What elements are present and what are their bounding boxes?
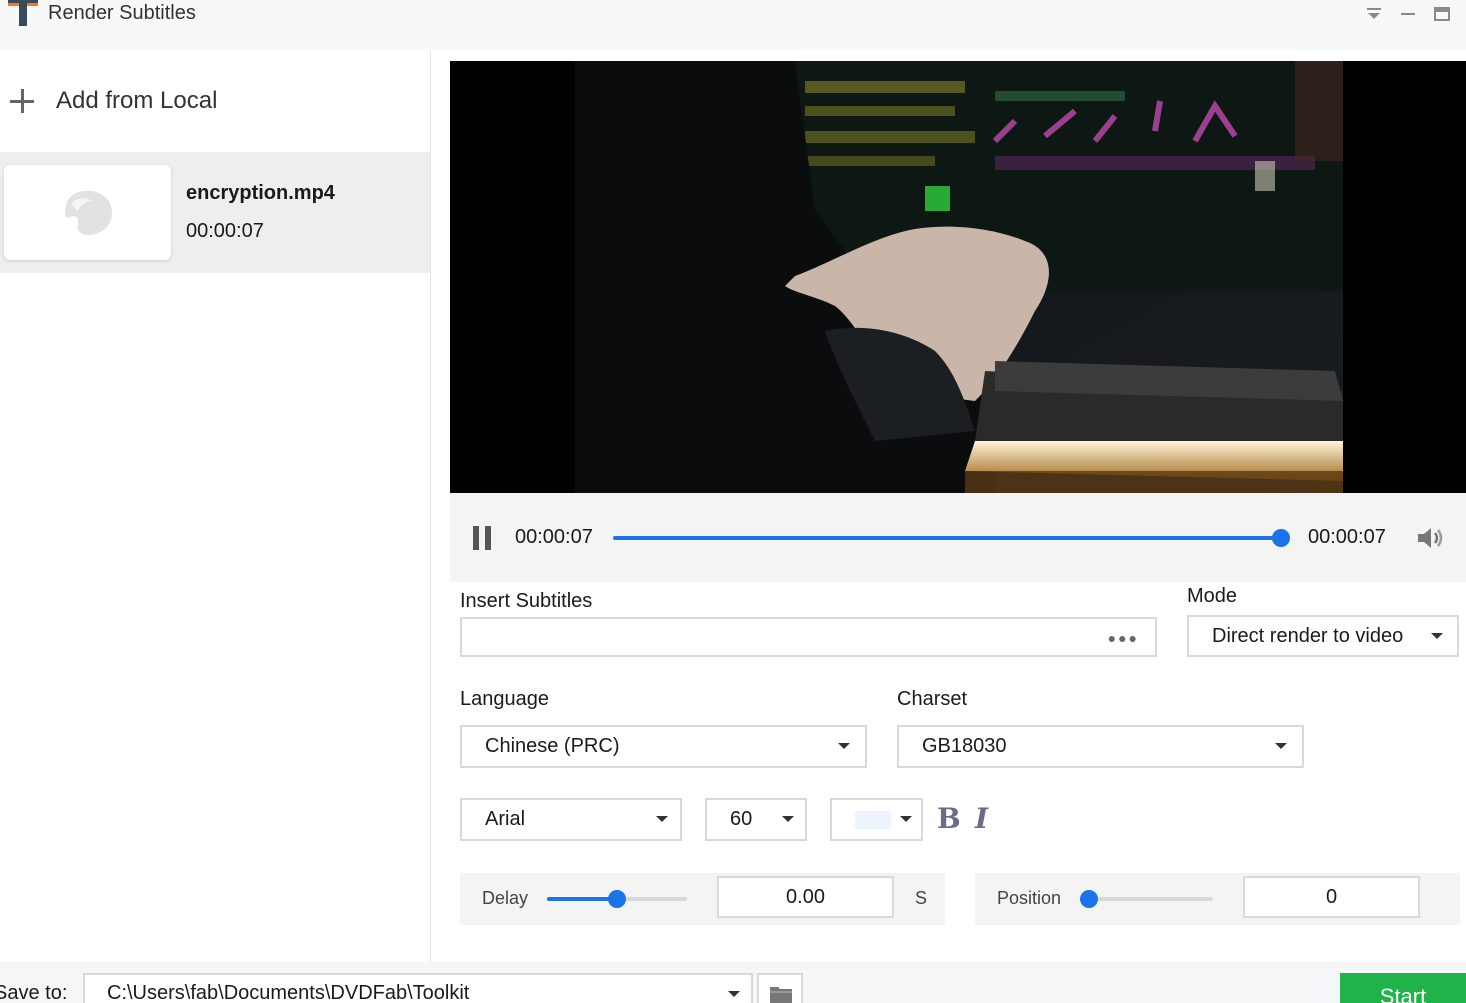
editor-panel: 00:00:07 00:00:07 Insert Subtitles ●●● M…: [432, 50, 1466, 962]
mode-label: Mode: [1187, 585, 1238, 607]
chevron-down-icon: [1275, 743, 1287, 749]
position-input[interactable]: 0: [1243, 876, 1420, 918]
mode-dropdown[interactable]: Direct render to video: [1187, 615, 1459, 657]
delay-panel: Delay 0.00 S: [460, 873, 945, 925]
minimize-icon[interactable]: [1398, 4, 1418, 24]
file-name: encryption.mp4: [186, 182, 335, 204]
position-panel: Position 0: [975, 873, 1460, 925]
position-label: Position: [997, 888, 1062, 908]
delay-input[interactable]: 0.00: [717, 876, 894, 918]
video-preview[interactable]: [450, 61, 1466, 493]
video-thumbnail: [4, 165, 171, 260]
folder-icon[interactable]: [757, 973, 803, 1003]
save-to-label: Save to:: [0, 982, 68, 1003]
file-list-item[interactable]: encryption.mp4 00:00:07: [0, 152, 430, 273]
chevron-down-icon: [900, 816, 912, 822]
language-dropdown[interactable]: Chinese (PRC): [460, 725, 867, 768]
font-dropdown[interactable]: Arial: [460, 798, 682, 841]
delay-label: Delay: [482, 888, 529, 908]
chevron-down-icon: [728, 991, 740, 997]
plus-icon: [8, 87, 36, 115]
delay-slider-handle[interactable]: [608, 890, 626, 908]
position-slider[interactable]: [1089, 897, 1213, 901]
total-time: 00:00:07: [1308, 526, 1386, 548]
video-placeholder-icon: [64, 190, 112, 235]
menu-icon[interactable]: [1364, 4, 1384, 24]
title-bar: Render Subtitles: [0, 0, 1466, 50]
font-color-dropdown[interactable]: [830, 798, 923, 841]
charset-label: Charset: [897, 688, 968, 710]
video-frame: [575, 61, 1343, 493]
player-controls: 00:00:07 00:00:07: [450, 493, 1466, 582]
start-button[interactable]: Start: [1340, 973, 1466, 1003]
app-logo-icon: [8, 0, 38, 26]
browse-ellipsis-icon[interactable]: ●●●: [1108, 630, 1139, 646]
font-size-dropdown[interactable]: 60: [705, 798, 807, 841]
current-time: 00:00:07: [515, 526, 593, 548]
seek-handle[interactable]: [1272, 529, 1290, 547]
subtitle-file-input[interactable]: ●●●: [460, 617, 1157, 657]
window-title: Render Subtitles: [48, 2, 196, 24]
color-swatch: [855, 811, 891, 829]
add-from-local-label: Add from Local: [56, 87, 218, 114]
chevron-down-icon: [838, 743, 850, 749]
speaker-icon[interactable]: [1416, 525, 1446, 551]
add-from-local-button[interactable]: Add from Local: [8, 84, 217, 118]
charset-dropdown[interactable]: GB18030: [897, 725, 1304, 768]
maximize-icon[interactable]: [1432, 4, 1452, 24]
pause-icon[interactable]: [473, 526, 493, 550]
bold-button[interactable]: B: [937, 802, 961, 835]
chevron-down-icon: [656, 816, 668, 822]
file-duration: 00:00:07: [186, 220, 264, 242]
position-slider-handle[interactable]: [1080, 890, 1098, 908]
chevron-down-icon: [1431, 633, 1443, 639]
chevron-down-icon: [782, 816, 794, 822]
delay-unit: S: [915, 888, 928, 908]
seek-bar[interactable]: [613, 536, 1283, 540]
language-label: Language: [460, 688, 549, 710]
italic-button[interactable]: I: [975, 802, 988, 835]
insert-subtitles-label: Insert Subtitles: [460, 590, 593, 612]
bottom-bar: Save to: C:\Users\fab\Documents\DVDFab\T…: [0, 962, 1466, 1003]
file-list-panel: Add from Local encryption.mp4 00:00:07: [0, 50, 431, 962]
save-path-dropdown[interactable]: C:\Users\fab\Documents\DVDFab\Toolkit: [83, 973, 753, 1003]
